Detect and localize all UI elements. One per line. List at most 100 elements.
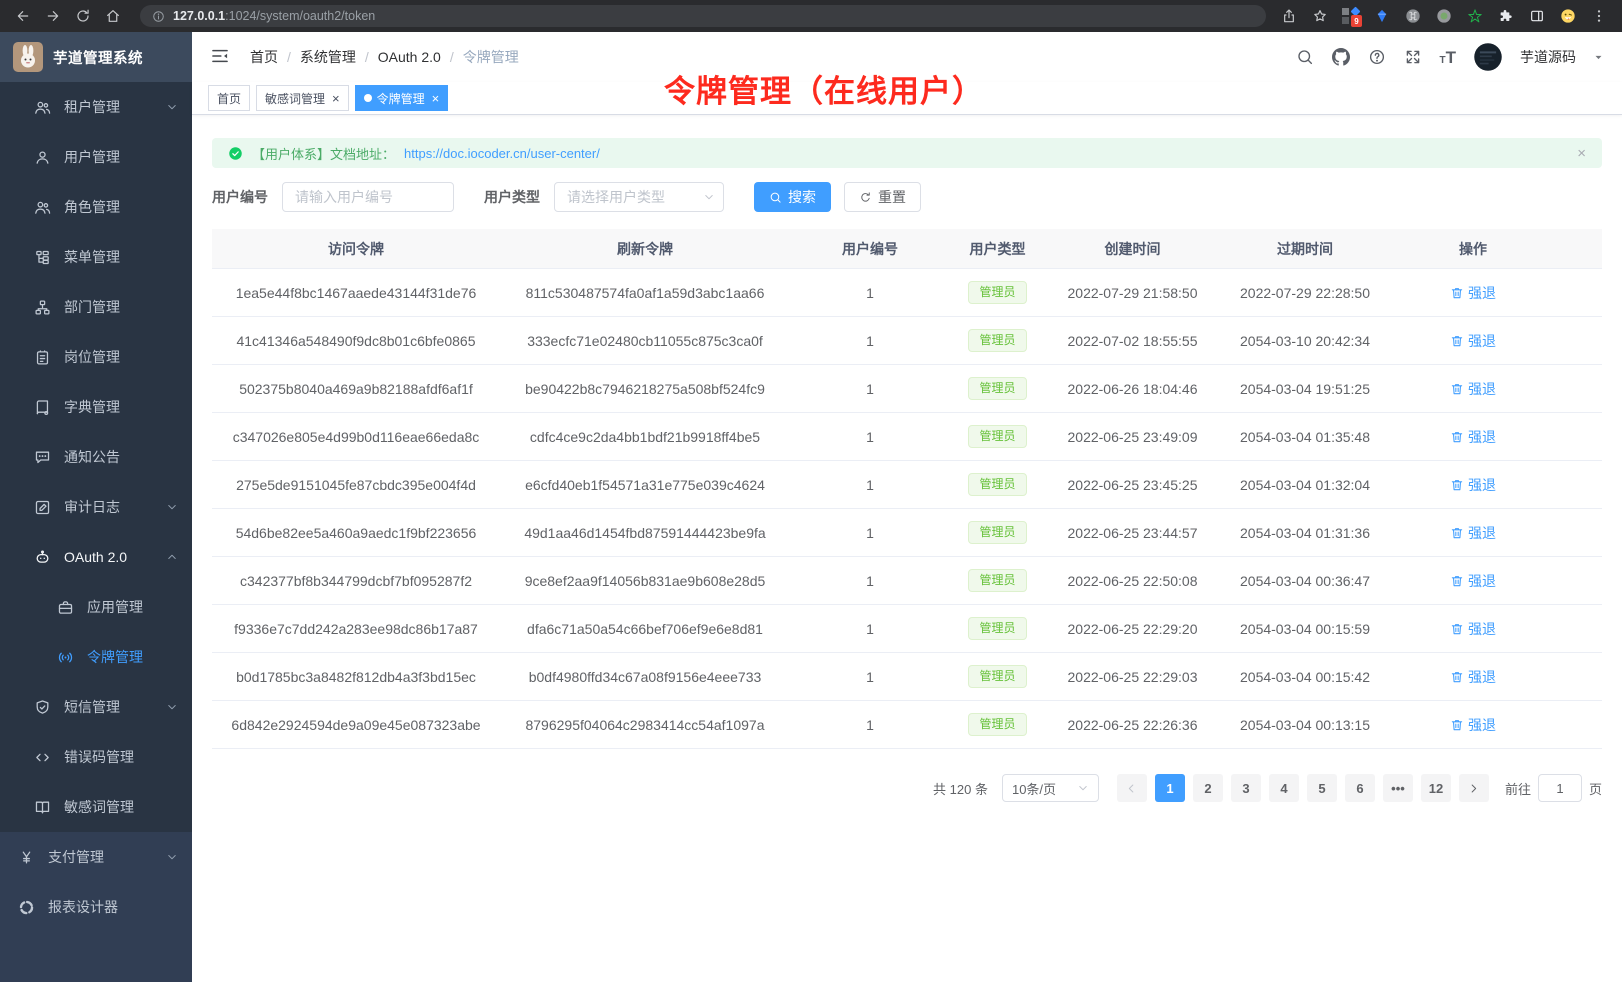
force-logout-button[interactable]: 强退 [1450,427,1496,447]
sensitive-icon [34,799,51,816]
cell-refresh-token: 9ce8ef2aa9f14056b831ae9b608e28d5 [500,573,790,589]
page-button-1[interactable]: 1 [1155,774,1185,802]
forward-button[interactable] [40,3,66,29]
share-button[interactable] [1280,7,1298,25]
cell-user-id: 1 [790,429,950,445]
alert-doc-link[interactable]: https://doc.iocoder.cn/user-center/ [404,146,600,161]
sidebar-item-oauth2-token[interactable]: 令牌管理 [0,632,192,682]
user-type-badge: 管理员 [968,713,1026,735]
user-type-badge: 管理员 [968,473,1026,495]
cell-created-time: 2022-07-29 21:58:50 [1045,285,1220,301]
sidebar-item-user[interactable]: 用户管理 [0,132,192,182]
user-type-label: 用户类型 [484,187,540,207]
force-logout-button[interactable]: 强退 [1450,379,1496,399]
cell-access-token: 41c41346a548490f9dc8b01c6bfe0865 [212,333,500,349]
total-count: 共 120 条 [933,779,988,798]
page-button-3[interactable]: 3 [1231,774,1261,802]
cell-actions: 强退 [1390,427,1602,447]
page-button-5[interactable]: 5 [1307,774,1337,802]
sidebar-item-audit-log[interactable]: 审计日志 [0,482,192,532]
cell-access-token: 54d6be82ee5a460a9aedc1f9bf223656 [212,525,500,541]
force-logout-button[interactable]: 强退 [1450,283,1496,303]
side-panel-icon[interactable] [1528,7,1546,25]
sidebar-item-oauth2[interactable]: OAuth 2.0 [0,532,192,582]
search-button[interactable]: 搜索 [754,182,831,212]
font-size-icon[interactable]: TT [1440,49,1457,66]
tab-close-icon[interactable]: × [332,92,340,105]
force-logout-button[interactable]: 强退 [1450,523,1496,543]
extension-star-icon[interactable] [1466,7,1484,25]
address-bar[interactable]: 127.0.0.1:1024/system/oauth2/token [140,5,1266,27]
sidebar-item-dept[interactable]: 部门管理 [0,282,192,332]
fullscreen-icon[interactable] [1404,48,1423,67]
sidebar-item-tenant[interactable]: 租户管理 [0,82,192,132]
sidebar-item-sms[interactable]: 短信管理 [0,682,192,732]
profile-avatar-icon[interactable] [1559,7,1577,25]
sidebar-item-error-code[interactable]: 错误码管理 [0,732,192,782]
bookmark-star-icon[interactable] [1311,7,1329,25]
breadcrumb-home[interactable]: 首页 [250,47,278,67]
page-size-select[interactable]: 10条/页 [1002,774,1099,802]
github-icon[interactable] [1332,48,1351,67]
trash-icon [1450,430,1464,444]
reset-button[interactable]: 重置 [844,182,921,212]
prev-page-button[interactable] [1117,774,1147,802]
sidebar-item-dict[interactable]: 字典管理 [0,382,192,432]
sidebar-item-role[interactable]: 角色管理 [0,182,192,232]
user-type-select[interactable] [554,182,724,212]
browser-menu-icon[interactable] [1590,7,1608,25]
page-button-4[interactable]: 4 [1269,774,1299,802]
back-button[interactable] [10,3,36,29]
page-content: 【用户体系】文档地址： https://doc.iocoder.cn/user-… [192,115,1622,982]
search-icon[interactable] [1296,48,1315,67]
table-row: 275e5de9151045fe87cbdc395e004f4d e6cfd40… [212,461,1602,509]
force-logout-button[interactable]: 强退 [1450,571,1496,591]
page-more-button[interactable]: ••• [1383,774,1413,802]
breadcrumb-system[interactable]: 系统管理 [300,47,356,67]
tab-sensitive-word[interactable]: 敏感词管理 × [256,85,349,111]
user-id-input[interactable] [282,182,454,212]
sidebar-item-report-designer[interactable]: 报表设计器 [0,882,192,932]
extensions-puzzle-icon[interactable] [1497,7,1515,25]
next-page-button[interactable] [1459,774,1489,802]
sidebar-item-post[interactable]: 岗位管理 [0,332,192,382]
page-button-6[interactable]: 6 [1345,774,1375,802]
cell-created-time: 2022-06-25 22:26:36 [1045,717,1220,733]
cell-created-time: 2022-06-25 23:44:57 [1045,525,1220,541]
tab-oauth2-token[interactable]: 令牌管理 × [355,85,449,111]
extension-gray-icon[interactable] [1404,7,1422,25]
force-logout-button[interactable]: 强退 [1450,331,1496,351]
extension-gem-icon[interactable] [1373,7,1391,25]
user-name[interactable]: 芋道源码 [1520,47,1576,67]
page-button-2[interactable]: 2 [1193,774,1223,802]
reload-button[interactable] [70,3,96,29]
page-button-12[interactable]: 12 [1421,774,1451,802]
tab-close-icon[interactable]: × [432,92,440,105]
sidebar-item-oauth2-app[interactable]: 应用管理 [0,582,192,632]
site-info-icon[interactable] [152,10,165,23]
goto-page-input[interactable] [1538,774,1582,802]
doc-alert: 【用户体系】文档地址： https://doc.iocoder.cn/user-… [212,138,1602,168]
sidebar: 芋道管理系统 租户管理 用户管理 角色管理 菜单管理 部门管理 岗位管理 字典管… [0,32,192,982]
breadcrumb-oauth[interactable]: OAuth 2.0 [378,49,441,65]
cell-access-token: 275e5de9151045fe87cbdc395e004f4d [212,477,500,493]
force-logout-button[interactable]: 强退 [1450,715,1496,735]
force-logout-button[interactable]: 强退 [1450,667,1496,687]
help-icon[interactable] [1368,48,1387,67]
sidebar-item-menu[interactable]: 菜单管理 [0,232,192,282]
tab-home[interactable]: 首页 [208,85,250,111]
sidebar-toggle-icon[interactable] [210,46,232,68]
force-logout-button[interactable]: 强退 [1450,475,1496,495]
extension-dot-icon[interactable] [1435,7,1453,25]
breadcrumb-current: 令牌管理 [463,47,519,67]
sidebar-item-notice[interactable]: 通知公告 [0,432,192,482]
user-avatar[interactable] [1473,42,1503,72]
trash-icon [1450,574,1464,588]
force-logout-button[interactable]: 强退 [1450,619,1496,639]
chevron-down-icon[interactable] [1593,52,1604,63]
sidebar-item-sensitive-word[interactable]: 敏感词管理 [0,782,192,832]
home-button[interactable] [100,3,126,29]
alert-close-icon[interactable]: × [1577,145,1586,162]
extension-grid-icon[interactable]: 9 [1342,7,1360,25]
sidebar-item-pay[interactable]: 支付管理 [0,832,192,882]
